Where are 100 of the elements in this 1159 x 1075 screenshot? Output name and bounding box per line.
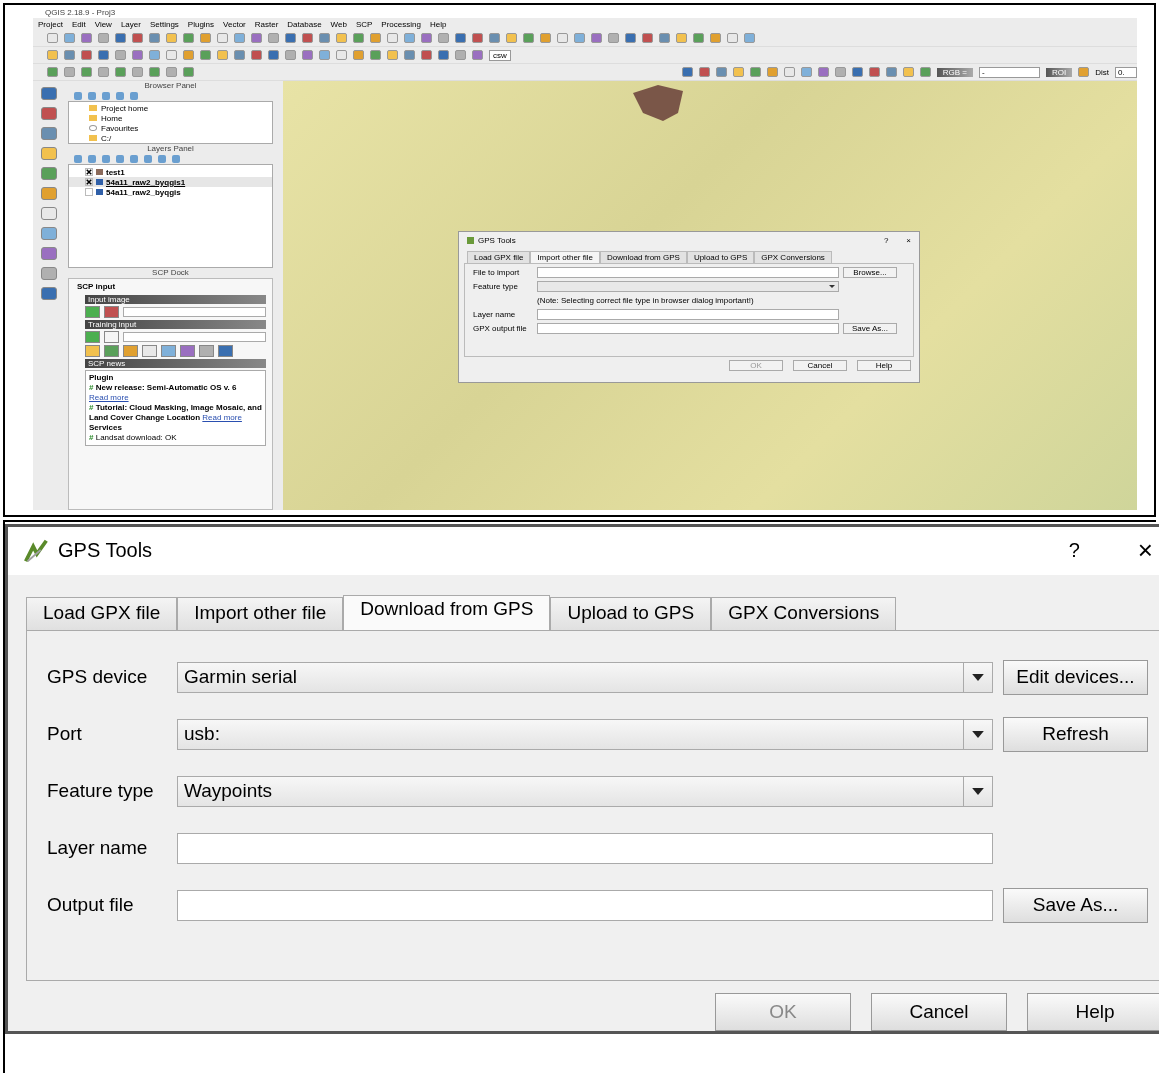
toolbar-icon[interactable] (319, 50, 330, 60)
dropdown[interactable]: Waypoints (177, 775, 993, 807)
toolbar-icon[interactable] (149, 67, 160, 77)
toolbar-icon[interactable] (681, 67, 693, 77)
toolbar-icon[interactable] (766, 67, 778, 77)
menu-item[interactable]: Plugins (187, 19, 215, 29)
menu-item[interactable]: Database (287, 19, 322, 29)
toolbar-icon[interactable] (132, 33, 143, 43)
help-button[interactable]: ? (883, 235, 889, 245)
toolbar-icon[interactable] (817, 67, 829, 77)
toolbar-icon[interactable] (693, 33, 704, 43)
dist-field[interactable]: 0. (1115, 66, 1137, 78)
read-more-link[interactable]: Read more (202, 413, 242, 422)
toolbar-icon[interactable] (732, 67, 744, 77)
toolbar-icon[interactable] (200, 33, 211, 43)
tab[interactable]: Download from GPS (343, 594, 551, 630)
layer-checkbox[interactable] (85, 178, 93, 186)
toolbar-icon[interactable] (438, 33, 449, 43)
toolbar-icon[interactable] (319, 33, 330, 43)
dialog-button[interactable]: Save As... (1003, 887, 1148, 923)
toolbar-icon[interactable] (64, 33, 75, 43)
dialog-button[interactable]: Refresh (1003, 716, 1148, 752)
toolbar-icon[interactable] (902, 67, 914, 77)
toolbar-icon[interactable] (336, 50, 347, 60)
tab[interactable]: GPX Conversions (711, 596, 897, 630)
toolbar-icon[interactable] (659, 33, 670, 43)
toolbar-icon[interactable] (217, 33, 228, 43)
dialog-button[interactable]: Cancel (793, 360, 847, 371)
toolbar-icon[interactable] (370, 33, 381, 43)
tab[interactable]: GPX Conversions (754, 251, 832, 263)
toolbar-icon[interactable] (183, 67, 194, 77)
layer-tool-icon[interactable] (41, 267, 57, 280)
image-combo[interactable] (123, 307, 266, 317)
dropdown[interactable] (537, 281, 839, 292)
tab[interactable]: Download from GPS (599, 251, 687, 263)
dialog-button[interactable]: Edit devices... (1003, 659, 1148, 695)
help-button[interactable]: ? (1068, 539, 1080, 563)
toolbar-icon[interactable] (438, 50, 449, 60)
scp-tab[interactable]: SCP input (75, 281, 266, 293)
toolbar-icon[interactable] (217, 50, 228, 60)
input-field[interactable] (177, 889, 993, 921)
toolbar-icon[interactable] (353, 33, 364, 43)
toolbar-icon[interactable] (727, 33, 738, 43)
menu-item[interactable]: View (94, 19, 112, 29)
toolbar-icon[interactable] (834, 67, 846, 77)
toolbar-icon[interactable] (81, 67, 92, 77)
toolbar-icon[interactable] (455, 50, 466, 60)
toolbar-icon[interactable] (132, 67, 143, 77)
tab[interactable]: Upload to GPS (686, 251, 755, 263)
menu-item[interactable]: Web (330, 19, 347, 29)
toolbar-icon[interactable] (353, 50, 364, 60)
toolbar-icon[interactable] (783, 67, 795, 77)
toolbar-icon[interactable] (919, 67, 931, 77)
layer-tool-icon[interactable] (41, 187, 57, 200)
rgb-combo[interactable]: RGB = (936, 67, 973, 77)
toolbar-icon[interactable] (642, 33, 653, 43)
toolbar-icon[interactable] (98, 33, 109, 43)
input-field[interactable] (537, 267, 839, 278)
toolbar-icon[interactable] (885, 67, 897, 77)
tab[interactable]: Load GPX file (467, 251, 531, 263)
toolbar-icon[interactable] (523, 33, 534, 43)
menu-item[interactable]: Settings (149, 19, 179, 29)
toolbar-icon[interactable] (47, 50, 58, 60)
toolbar-icon[interactable] (800, 67, 812, 77)
menu-item[interactable]: Help (429, 19, 447, 29)
tab[interactable]: Load GPX file (26, 596, 178, 630)
toolbar-icon[interactable] (676, 33, 687, 43)
toolbar-icon[interactable] (166, 50, 177, 60)
layer-checkbox[interactable] (85, 168, 93, 176)
browser-item[interactable]: Favourites (101, 123, 139, 133)
toolbar-icon[interactable] (557, 33, 568, 43)
input-field[interactable] (537, 309, 839, 320)
layer-tool-icon[interactable] (41, 227, 57, 240)
toolbar-icon[interactable] (285, 50, 296, 60)
toolbar-icon[interactable] (64, 50, 75, 60)
toolbar-icon[interactable] (268, 50, 279, 60)
toolbar-icon[interactable] (715, 67, 727, 77)
toolbar-icon[interactable] (98, 50, 109, 60)
toolbar-icon[interactable] (698, 67, 710, 77)
toolbar-icon[interactable] (302, 33, 313, 43)
toolbar-icon[interactable] (404, 33, 415, 43)
toolbar-icon[interactable] (81, 33, 92, 43)
menu-item[interactable]: Raster (254, 19, 279, 29)
tab[interactable]: Upload to GPS (550, 596, 712, 630)
toolbar-icon[interactable] (387, 50, 398, 60)
dropdown[interactable]: Garmin serial (177, 661, 993, 693)
browser-item[interactable]: Home (101, 113, 123, 123)
toolbar-icon[interactable] (104, 331, 119, 343)
roi-button[interactable]: ROI (1046, 67, 1073, 77)
toolbar-icon[interactable] (115, 50, 126, 60)
browser-item[interactable]: C:/ (101, 133, 112, 143)
toolbar-icon[interactable] (625, 33, 636, 43)
menu-item[interactable]: Project (38, 19, 63, 29)
toolbar-icon[interactable] (183, 33, 194, 43)
dialog-button[interactable]: Save As... (843, 323, 897, 334)
layer-name[interactable]: 54a11_raw2_byqgis (106, 187, 181, 197)
csw-button[interactable]: csw (489, 49, 511, 61)
toolbar-icon[interactable] (183, 50, 194, 60)
toolbar-icon[interactable] (115, 33, 126, 43)
toolbar-icon[interactable] (404, 50, 415, 60)
